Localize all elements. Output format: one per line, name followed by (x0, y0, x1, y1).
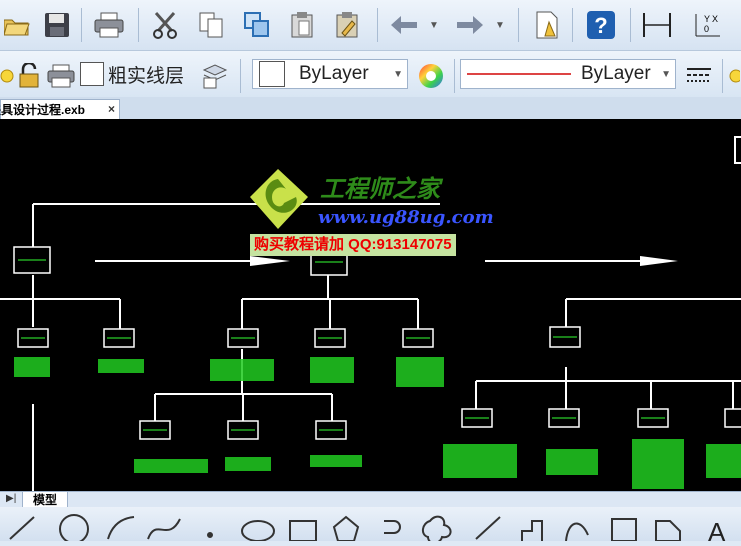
undo-dropdown-icon[interactable]: ▼ (424, 8, 444, 42)
arc-icon (107, 516, 135, 540)
tree-box (724, 408, 741, 428)
watermark-title: 工程师之家 (320, 174, 440, 203)
cut-icon[interactable] (148, 8, 182, 42)
lock-icon[interactable] (12, 59, 46, 93)
chevron-down-icon: ▼ (661, 68, 671, 80)
polygon-icon (332, 515, 360, 542)
svg-text:X: X (712, 14, 718, 24)
svg-text:Y: Y (704, 14, 710, 24)
properties-toolbar: 粗实线层 ByLayer ▼ ByLayer ▼ (0, 51, 741, 98)
region-icon (655, 520, 681, 542)
rectangle-icon (289, 520, 317, 542)
toolbar-separator (630, 8, 631, 42)
layer-color-swatch (80, 62, 104, 86)
redo-icon[interactable] (452, 8, 486, 42)
clipboard-icon[interactable] (285, 8, 319, 42)
model-tab[interactable]: 模型 (22, 492, 68, 508)
svg-text:0: 0 (704, 24, 709, 34)
close-icon[interactable]: × (108, 102, 115, 116)
copy-clip-icon[interactable] (240, 8, 274, 42)
description-text-blocks (14, 357, 741, 489)
layer-dropdown[interactable]: 粗实线层 (80, 59, 192, 89)
toolbar-separator (722, 59, 723, 93)
watermark-promo: 购买教程请加 QQ:913147075 (250, 234, 456, 256)
spline-icon (147, 518, 181, 540)
layer-print-icon[interactable] (44, 59, 78, 93)
color-swatch (259, 61, 285, 87)
copy-icon[interactable] (194, 8, 228, 42)
toolbar-separator (572, 8, 573, 42)
ucs-icon[interactable]: YX0 (690, 8, 724, 42)
paste-icon[interactable] (330, 8, 364, 42)
document-tab[interactable]: 夹具设计过程.exb × (0, 99, 120, 119)
help-icon[interactable]: ? (584, 8, 618, 42)
offset-icon (521, 520, 543, 541)
draw-tools-svg: A (9, 514, 726, 546)
print-icon[interactable] (92, 8, 126, 42)
toolbar-separator (240, 59, 241, 93)
tree-boxes (13, 246, 741, 440)
undo-icon[interactable] (388, 8, 422, 42)
lineweight-value: ByLayer (581, 63, 651, 84)
watermark-logo (250, 169, 308, 229)
polyline-icon (384, 520, 401, 534)
hatch-icon (611, 518, 637, 542)
centerline-icon (475, 516, 501, 540)
watermark-url: www.ug88ug.com (318, 207, 494, 228)
ellipse-icon (241, 520, 275, 542)
svg-text:?: ? (594, 13, 607, 38)
match-properties-icon[interactable] (530, 8, 564, 42)
color-dropdown[interactable]: ByLayer ▼ (252, 59, 408, 89)
color-value: ByLayer (299, 63, 369, 84)
save-icon[interactable] (40, 8, 74, 42)
lineweight-dropdown[interactable]: ByLayer ▼ (460, 59, 676, 89)
document-tab-bar: 夹具设计过程.exb × (0, 97, 741, 119)
text-icon: A (708, 517, 726, 541)
line-icon (9, 516, 35, 540)
toolbar-separator (518, 8, 519, 42)
chevron-down-icon: ▼ (393, 68, 403, 80)
model-tab-label: 模型 (32, 493, 57, 507)
layer-name: 粗实线层 (108, 65, 185, 87)
layout-tab-bar: ▶| 模型 (0, 491, 741, 508)
toolbar-separator (138, 8, 139, 42)
drawing-canvas[interactable]: 工程师之家 www.ug88ug.com 购买教程请加 QQ:913147075 (0, 119, 741, 491)
toolbar-separator (454, 59, 455, 93)
flow-arrows (95, 256, 678, 266)
fillet-icon (565, 522, 589, 542)
toolbar-separator (377, 8, 378, 42)
standard-toolbar: ▼ ▼ ? YX0 (0, 0, 741, 51)
redo-dropdown-icon[interactable]: ▼ (490, 8, 510, 42)
watermark: 工程师之家 www.ug88ug.com 购买教程请加 QQ:913147075 (248, 167, 508, 257)
tab-scroll-icon[interactable]: ▶| (6, 493, 16, 504)
linetype-icon[interactable] (682, 59, 716, 93)
layer-sun-icon[interactable] (726, 59, 740, 93)
document-tab-label: 夹具设计过程.exb (0, 103, 86, 117)
layer-manager-icon[interactable] (198, 59, 232, 93)
color-wheel-icon[interactable] (414, 59, 448, 93)
cloud-icon (422, 515, 452, 544)
draw-toolbar: A (0, 507, 741, 546)
circle-icon (59, 514, 89, 544)
open-icon[interactable] (0, 8, 34, 42)
dimension-icon[interactable] (640, 8, 674, 42)
toolbar-separator (81, 8, 82, 42)
line-sample (467, 73, 571, 75)
point-icon (207, 532, 213, 538)
